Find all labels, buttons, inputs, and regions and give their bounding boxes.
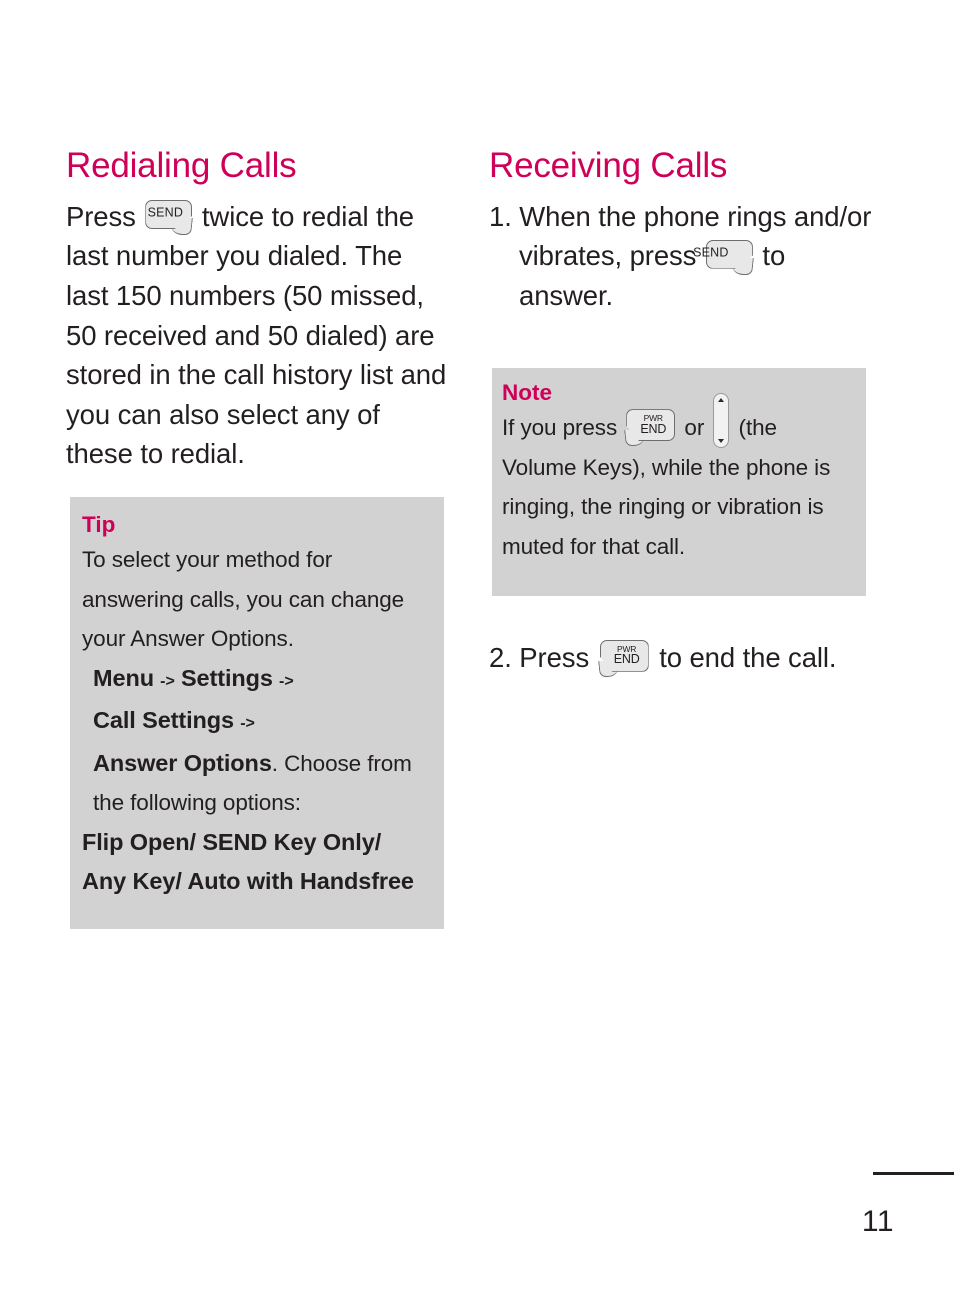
tip-menu-path-line2: Call Settings -> [82, 701, 255, 744]
note-conjunction: or [684, 415, 705, 440]
tip-callout-box: Tip To select your method for answering … [70, 497, 444, 929]
power-end-key-icon: PWR END [597, 639, 649, 677]
menu-arrow-2: -> [279, 672, 294, 690]
send-key-icon: SEND [145, 199, 194, 235]
page-number: 11 [861, 1205, 895, 1238]
step-2-text-before-key: Press [519, 642, 590, 673]
power-end-key-label: PWR END [631, 414, 675, 435]
tip-menu-path-line3: Answer Options. Choose from the followin… [82, 744, 428, 823]
power-end-key-label-bottom: END [640, 421, 667, 436]
note-text-before-key: If you press [502, 415, 618, 440]
right-column: Receiving Calls 1. When the phone rings … [489, 146, 881, 316]
step-1-number: 1. [489, 200, 512, 232]
step-2-text-after-key: to end the call. [659, 642, 837, 673]
power-end-key-label-bottom: END [613, 652, 640, 667]
send-key-label: SEND [147, 205, 184, 220]
volume-down-triangle-icon [718, 438, 725, 443]
note-callout-title: Note [502, 380, 552, 405]
menu-item-settings: Settings [180, 664, 273, 691]
redialing-text-before-key: Press [66, 200, 136, 232]
tip-options-line-2: Any Key/ Auto with Handsfree [82, 868, 414, 894]
tip-options-line-1: Flip Open/ SEND Key Only/ [82, 828, 382, 855]
receiving-step-1: 1. When the phone rings and/or vibrates,… [489, 197, 881, 316]
receiving-step-2: 2. Press PWR END to end the call. [489, 638, 889, 678]
volume-up-triangle-icon [718, 397, 725, 402]
left-column: Redialing Calls Press SEND twice to redi… [66, 146, 452, 474]
note-callout-body: If you press PWR END or (the Volume Keys… [502, 392, 852, 566]
send-key-icon: SEND [693, 239, 754, 275]
send-key-label: SEND [693, 245, 729, 260]
page-title-redialing-calls: Redialing Calls [66, 146, 297, 185]
manual-page: Redialing Calls Press SEND twice to redi… [0, 0, 954, 1291]
volume-keys-icon [713, 392, 730, 448]
tip-menu-path-line1: Menu -> Settings -> [82, 659, 294, 702]
power-end-key-icon: PWR END [624, 409, 676, 447]
note-callout-box: Note If you press PWR END or (the Volume… [492, 368, 866, 596]
menu-item-answer-options: Answer Options [93, 749, 272, 776]
page-title-receiving-calls: Receiving Calls [489, 146, 728, 185]
menu-arrow-1: -> [160, 672, 175, 690]
menu-item-call-settings: Call Settings [93, 707, 235, 733]
footer-divider-rule [873, 1172, 954, 1175]
tip-callout-title: Tip [82, 512, 116, 537]
menu-arrow-3: -> [240, 715, 255, 732]
redialing-text-after-key: twice to redial the last number you dial… [66, 200, 447, 470]
tip-callout-body: To select your method for answering call… [82, 540, 428, 902]
tip-intro-text: To select your method for answering call… [82, 547, 405, 651]
menu-item-menu: Menu [93, 664, 154, 691]
step-2-number: 2. [489, 642, 512, 673]
power-end-key-label: PWR END [605, 645, 649, 666]
redialing-paragraph: Press SEND twice to redial the last numb… [66, 197, 452, 474]
